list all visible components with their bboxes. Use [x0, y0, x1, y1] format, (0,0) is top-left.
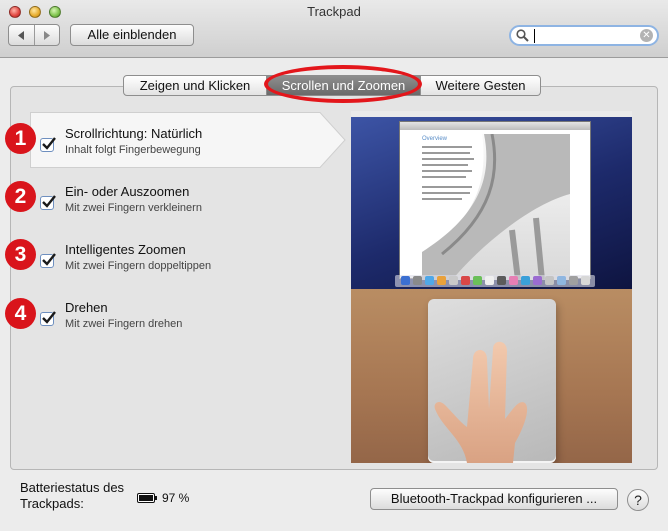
option-zoom-in-out[interactable]: Ein- oder Auszoomen Mit zwei Fingern ver… [30, 173, 330, 223]
hand-gesture-image [434, 341, 528, 463]
checkbox-scroll-direction[interactable] [40, 137, 56, 152]
annotation-badge: 3 [5, 239, 36, 270]
battery-percentage: 97 % [162, 491, 190, 505]
tab-scrollen-und-zoomen[interactable]: Scrollen und Zoomen [267, 75, 421, 96]
annotation-badge: 4 [5, 298, 36, 329]
preview-dock [395, 275, 595, 287]
bridge-photo [422, 134, 570, 280]
window-title: Trackpad [307, 4, 361, 19]
title-toolbar: Trackpad Alle einblenden ✕ [0, 0, 668, 58]
tab-bar: Zeigen und Klicken Scrollen und Zoomen W… [123, 75, 541, 96]
back-forward-buttons [8, 24, 60, 46]
checkbox-smart-zoom[interactable] [40, 253, 56, 268]
gesture-preview-video: Overview [351, 111, 632, 463]
tab-weitere-gesten[interactable]: Weitere Gesten [421, 75, 541, 96]
preview-screen: Overview [351, 111, 632, 289]
search-icon [516, 29, 529, 42]
annotation-badge: 2 [5, 181, 36, 212]
option-smart-zoom[interactable]: Intelligentes Zoomen Mit zwei Fingern do… [30, 231, 330, 281]
option-subtitle: Mit zwei Fingern drehen [65, 318, 183, 330]
option-rotate[interactable]: Drehen Mit zwei Fingern drehen [30, 289, 330, 339]
chevron-left-icon [17, 30, 24, 40]
search-input[interactable] [533, 28, 633, 44]
checkbox-zoom-in-out[interactable] [40, 195, 56, 210]
text-caret [534, 29, 535, 43]
option-subtitle: Inhalt folgt Fingerbewegung [65, 144, 201, 156]
configure-bluetooth-trackpad-button[interactable]: Bluetooth-Trackpad konfigurieren ... [370, 488, 618, 510]
option-title: Ein- oder Auszoomen [65, 184, 190, 199]
option-subtitle: Mit zwei Fingern verkleinern [65, 202, 202, 214]
option-scroll-direction[interactable]: Scrollrichtung: Natürlich Inhalt folgt F… [30, 115, 330, 165]
preview-menubar [351, 111, 632, 117]
trackpad-preferences-window: Trackpad Alle einblenden ✕ Zeigen und Kl… [0, 0, 668, 531]
option-title: Scrollrichtung: Natürlich [65, 126, 203, 141]
option-subtitle: Mit zwei Fingern doppeltippen [65, 260, 212, 272]
chevron-right-icon [44, 30, 51, 40]
tab-zeigen-und-klicken[interactable]: Zeigen und Klicken [123, 75, 267, 96]
forward-button[interactable] [33, 25, 60, 45]
clear-search-icon[interactable]: ✕ [640, 29, 653, 42]
option-title: Intelligentes Zoomen [65, 242, 186, 257]
checkbox-rotate[interactable] [40, 311, 56, 326]
checkmark-icon [42, 137, 56, 150]
battery-status-label: Batteriestatus des Trackpads: [20, 480, 125, 511]
preview-document-window: Overview [399, 121, 591, 280]
annotation-badge: 1 [5, 123, 36, 154]
help-button[interactable]: ? [627, 489, 649, 511]
battery-icon [137, 493, 157, 503]
option-title: Drehen [65, 300, 108, 315]
show-all-button[interactable]: Alle einblenden [70, 24, 194, 46]
checkmark-icon [42, 311, 56, 324]
checkmark-icon [42, 253, 56, 266]
search-field[interactable]: ✕ [509, 25, 659, 46]
checkmark-icon [42, 195, 56, 208]
back-button[interactable] [9, 25, 34, 45]
